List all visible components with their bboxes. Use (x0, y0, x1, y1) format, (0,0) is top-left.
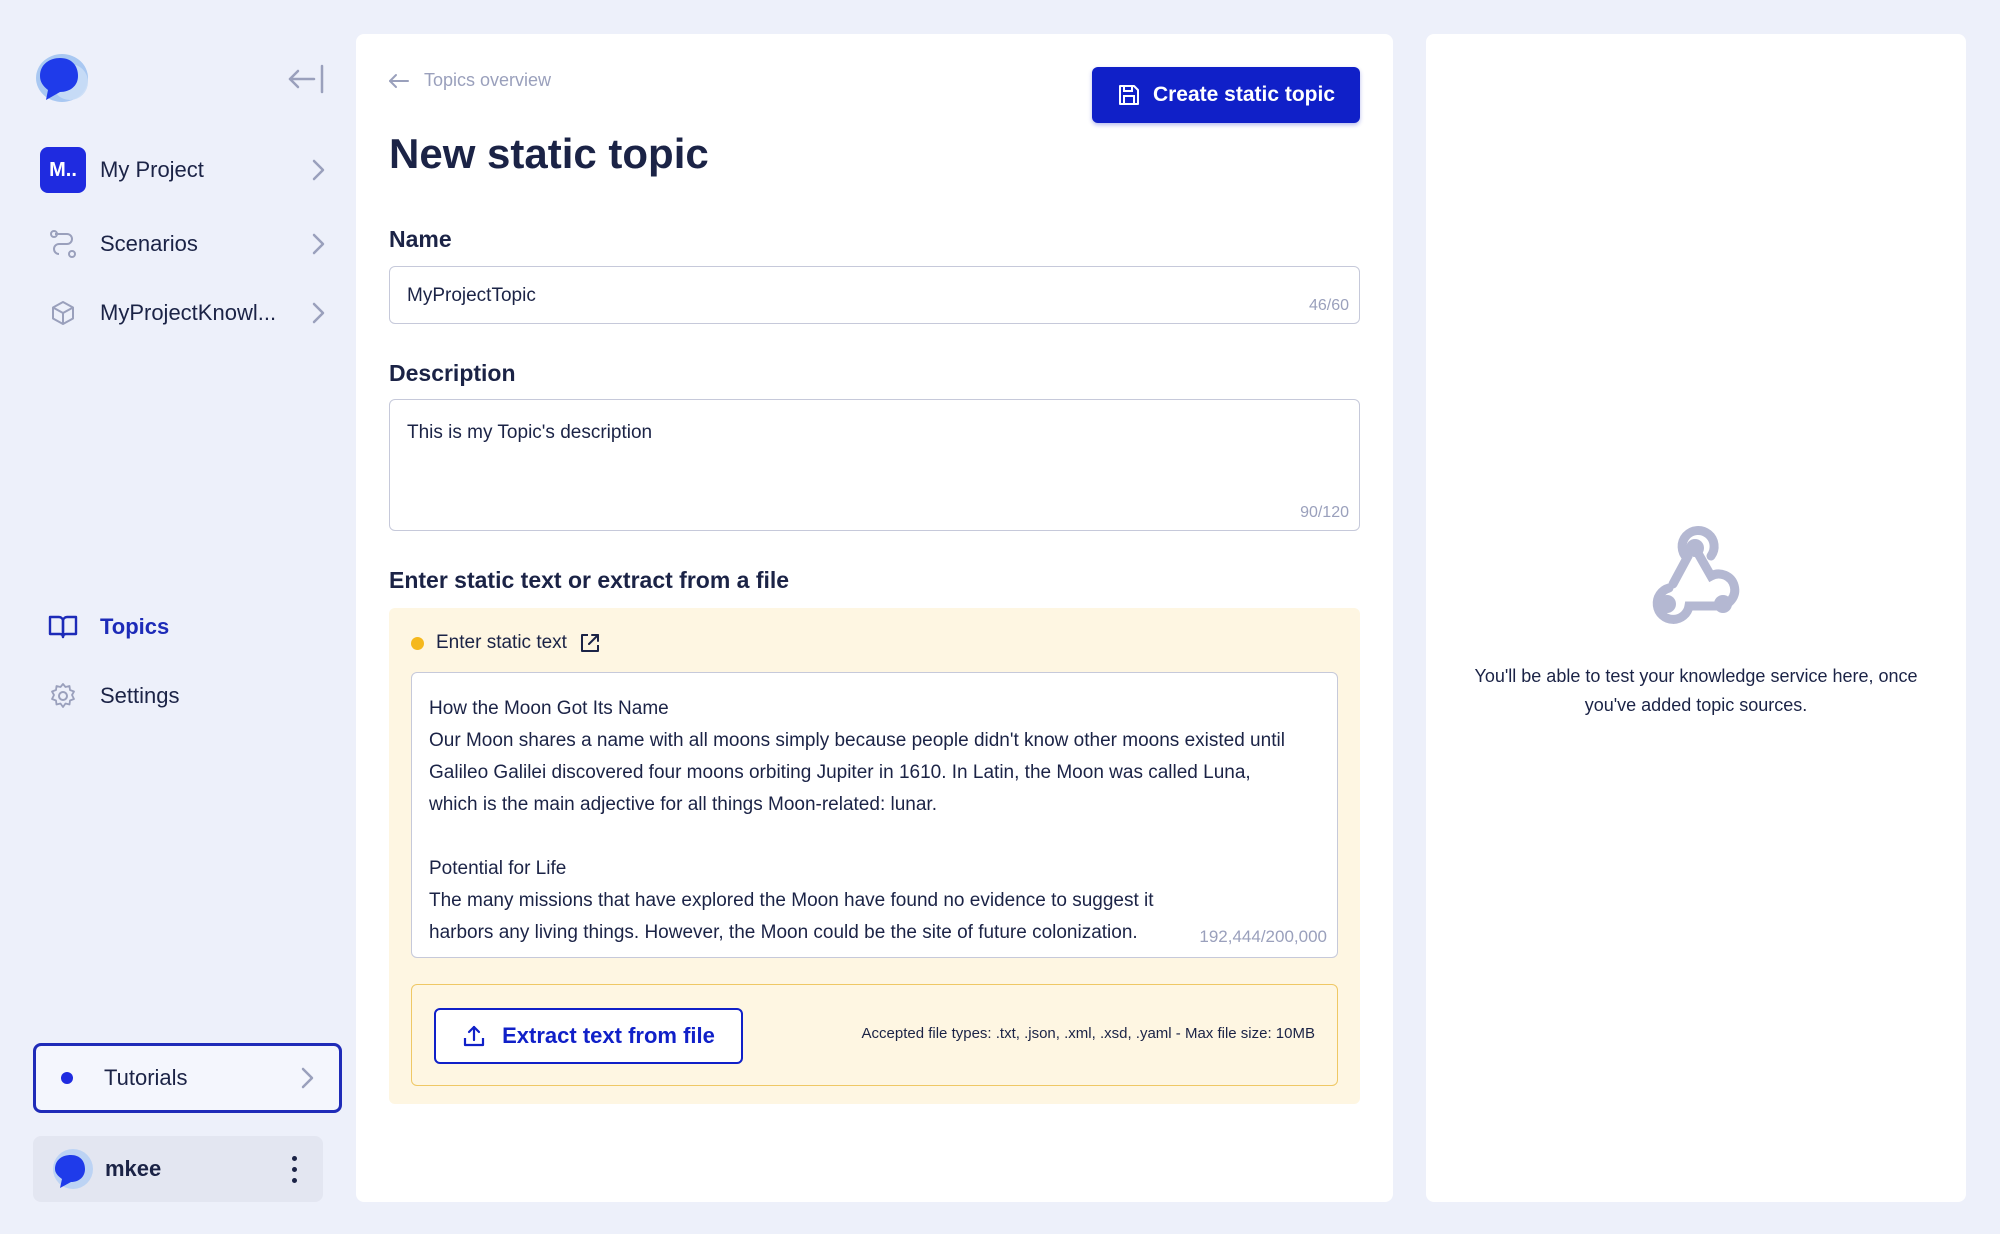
collapse-sidebar-icon[interactable] (286, 62, 326, 96)
name-field[interactable]: MyProjectTopic 46/60 (389, 266, 1360, 324)
sidebar-item-label: Topics (100, 614, 170, 639)
project-badge: M.. (40, 147, 86, 193)
user-name: mkee (105, 1156, 162, 1181)
page-title: New static topic (389, 130, 709, 177)
upload-icon (464, 1025, 485, 1047)
breadcrumb-link[interactable]: Topics overview (424, 70, 551, 91)
name-label: Name (389, 226, 452, 252)
main-panel: Topics overview Create static topic New … (356, 34, 1393, 1202)
status-dot-icon (411, 636, 424, 650)
test-panel-message: You'll be able to test your knowledge se… (1474, 666, 1918, 715)
sidebar-item-label: Settings (100, 683, 180, 708)
description-counter: 90/120 (1300, 504, 1349, 521)
sidebar-item-project[interactable]: M.. My Project (40, 142, 330, 198)
static-text-counter: 192,444/200,000 (1199, 927, 1327, 946)
route-icon (40, 221, 86, 267)
accepted-file-types: Accepted file types: .txt, .json, .xml, … (861, 1025, 1315, 1042)
tutorials-label: Tutorials (104, 1065, 188, 1090)
avatar (53, 1149, 93, 1189)
chevron-right-icon (312, 233, 325, 255)
description-value: This is my Topic's description (407, 422, 653, 443)
sidebar-item-scenarios[interactable]: Scenarios (40, 216, 330, 272)
static-text-mode-label: Enter static text (436, 632, 567, 653)
tutorial-dot-icon (61, 1072, 73, 1084)
more-options-icon[interactable] (279, 1149, 309, 1189)
tutorials-button[interactable]: Tutorials (33, 1043, 342, 1113)
static-text-content: How the Moon Got Its Name Our Moon share… (429, 698, 1285, 943)
save-icon (1118, 85, 1139, 105)
chevron-right-icon (312, 159, 325, 181)
sidebar-item-knowledge[interactable]: MyProjectKnowl... (40, 285, 330, 341)
sidebar-item-label: My Project (100, 157, 204, 182)
arrow-left-icon (389, 73, 409, 88)
create-button-label: Create static topic (1152, 83, 1336, 106)
chevron-right-icon (301, 1067, 314, 1089)
book-icon (40, 604, 86, 650)
sidebar-item-label: Scenarios (100, 231, 198, 256)
name-counter: 46/60 (1308, 297, 1349, 314)
user-menu[interactable]: mkee (33, 1136, 323, 1202)
chevron-right-icon (312, 302, 325, 324)
test-panel: You'll be able to test your knowledge se… (1426, 34, 1966, 1202)
webhook-icon (1652, 526, 1740, 624)
breadcrumb[interactable]: Topics overview (388, 70, 551, 91)
cube-icon (40, 290, 86, 336)
sidebar-item-topics[interactable]: Topics (40, 599, 330, 655)
gear-icon (40, 673, 86, 719)
static-text-mode: Enter static text (411, 632, 601, 654)
app-logo-icon[interactable] (32, 52, 92, 108)
description-label: Description (389, 360, 516, 386)
external-link-icon[interactable] (579, 632, 601, 654)
sidebar: M.. My Project Scenarios MyProjectKnowl.… (0, 0, 352, 1234)
static-text-area[interactable]: How the Moon Got Its Name Our Moon share… (411, 672, 1338, 958)
description-field[interactable]: This is my Topic's description 90/120 (389, 399, 1360, 531)
name-value: MyProjectTopic (407, 285, 536, 306)
file-upload-box: Extract text from file Accepted file typ… (411, 984, 1338, 1086)
sidebar-item-label: MyProjectKnowl... (100, 300, 277, 325)
create-static-topic-button[interactable]: Create static topic (1092, 67, 1360, 123)
static-text-section: Enter static text How the Moon Got Its N… (389, 608, 1360, 1104)
static-text-heading: Enter static text or extract from a file (389, 567, 790, 593)
sidebar-item-settings[interactable]: Settings (40, 668, 330, 724)
extract-text-button[interactable]: Extract text from file (434, 1008, 743, 1064)
extract-button-label: Extract text from file (502, 1023, 715, 1048)
